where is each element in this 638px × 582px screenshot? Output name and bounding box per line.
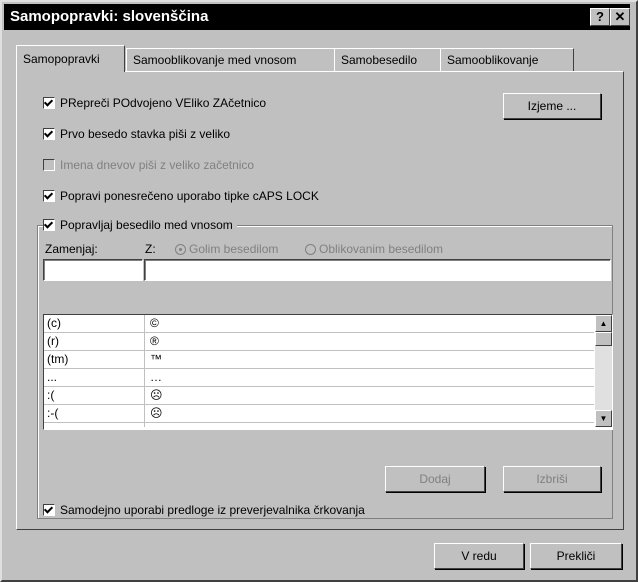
entry-from: ... <box>47 370 58 384</box>
ok-button[interactable]: V redu <box>434 543 524 569</box>
option-caps-lock[interactable]: Popravi ponesrečeno uporabo tipke cAPS L… <box>43 189 319 203</box>
add-button: Dodaj <box>385 466 485 492</box>
checkbox-day-names <box>43 159 55 171</box>
autocorrect-dialog: Samopopravki: slovenščina ? ✕ Samopoprav… <box>0 0 638 582</box>
option-caps-lock-label: Popravi ponesrečeno uporabo tipke cAPS L… <box>60 189 319 203</box>
checkbox-two-caps[interactable] <box>43 97 55 109</box>
title-bar[interactable]: Samopopravki: slovenščina ? ✕ <box>4 4 630 30</box>
entry-from: :( <box>47 388 55 402</box>
tab-samopopravki[interactable]: Samopopravki <box>16 45 125 72</box>
tab-strip: Samopopravki Samooblikovanje med vnosom … <box>16 45 626 72</box>
option-replace-text-label: Popravljaj besedilo med vnosom <box>60 218 233 232</box>
option-two-caps[interactable]: PRepreči POdvojeno VEliko ZAčetnico <box>43 96 266 110</box>
tab-samobesedilo[interactable]: Samobesedilo <box>334 48 446 71</box>
replace-label: Zamenjaj: <box>45 242 98 256</box>
replace-input[interactable] <box>43 259 143 281</box>
entry-from: (c) <box>47 316 61 330</box>
tab-samooblikovanje-med-vnosom[interactable]: Samooblikovanje med vnosom <box>126 48 335 71</box>
window-title: Samopopravki: slovenščina <box>10 8 209 25</box>
option-first-letter-label: Prvo besedo stavka piši z veliko <box>60 127 231 141</box>
entry-to: ® <box>150 334 159 348</box>
option-replace-text[interactable]: Popravljaj besedilo med vnosom <box>43 218 237 232</box>
option-spelling[interactable]: Samodejno uporabi predloge iz preverjeva… <box>43 503 365 517</box>
table-row[interactable]: (c) © <box>44 315 594 333</box>
checkbox-spelling[interactable] <box>43 504 55 516</box>
tab-panel: PRepreči POdvojeno VEliko ZAčetnico Izje… <box>16 71 624 530</box>
checkbox-first-letter[interactable] <box>43 128 55 140</box>
with-input[interactable] <box>144 259 611 281</box>
exceptions-button[interactable]: Izjeme ... <box>503 93 601 119</box>
with-label: Z: <box>145 242 156 256</box>
close-button[interactable]: ✕ <box>610 8 630 26</box>
cancel-button[interactable]: Prekliči <box>530 543 622 569</box>
option-two-caps-label: PRepreči POdvojeno VEliko ZAčetnico <box>60 96 267 110</box>
entry-to: ☹ <box>150 406 163 420</box>
table-row[interactable]: :( ☹ <box>44 387 594 405</box>
radio-plain-text <box>175 243 186 255</box>
scroll-thumb[interactable] <box>595 332 612 346</box>
scroll-up-icon[interactable]: ▲ <box>595 315 612 332</box>
option-day-names-label: Imena dnevov piši z veliko začetnico <box>60 158 255 172</box>
entry-to: © <box>150 316 159 330</box>
radio-formatted-text <box>305 243 316 255</box>
checkbox-replace-text[interactable] <box>43 219 55 231</box>
plain-text-option: Golim besedilom <box>175 242 278 256</box>
entry-to: … <box>150 370 162 384</box>
checkbox-caps-lock[interactable] <box>43 190 55 202</box>
entry-from: (r) <box>47 334 59 348</box>
list-scrollbar[interactable]: ▲ ▼ <box>595 315 612 427</box>
entry-from: :-( <box>47 406 59 420</box>
table-row[interactable]: (r) ® <box>44 333 594 351</box>
tab-samooblikovanje[interactable]: Samooblikovanje <box>440 48 574 71</box>
replacement-list[interactable]: (c) © (r) ® (tm) ™ ... … :( ☹ :-( ☹ ▲ ▼ <box>43 314 613 430</box>
table-row[interactable]: :-( ☹ <box>44 405 594 423</box>
entry-to: ☹ <box>150 388 163 402</box>
option-spelling-label: Samodejno uporabi predloge iz preverjeva… <box>60 503 365 517</box>
table-row[interactable]: ... … <box>44 369 594 387</box>
table-row[interactable]: (tm) ™ <box>44 351 594 369</box>
formatted-text-option: Oblikovanim besedilom <box>305 242 443 256</box>
option-first-letter[interactable]: Prvo besedo stavka piši z veliko <box>43 127 230 141</box>
entry-to: ™ <box>150 352 162 366</box>
entry-from: (tm) <box>47 352 69 366</box>
option-day-names: Imena dnevov piši z veliko začetnico <box>43 158 254 172</box>
scroll-down-icon[interactable]: ▼ <box>595 410 612 427</box>
delete-button: Izbriši <box>503 466 601 492</box>
help-button[interactable]: ? <box>590 8 610 26</box>
